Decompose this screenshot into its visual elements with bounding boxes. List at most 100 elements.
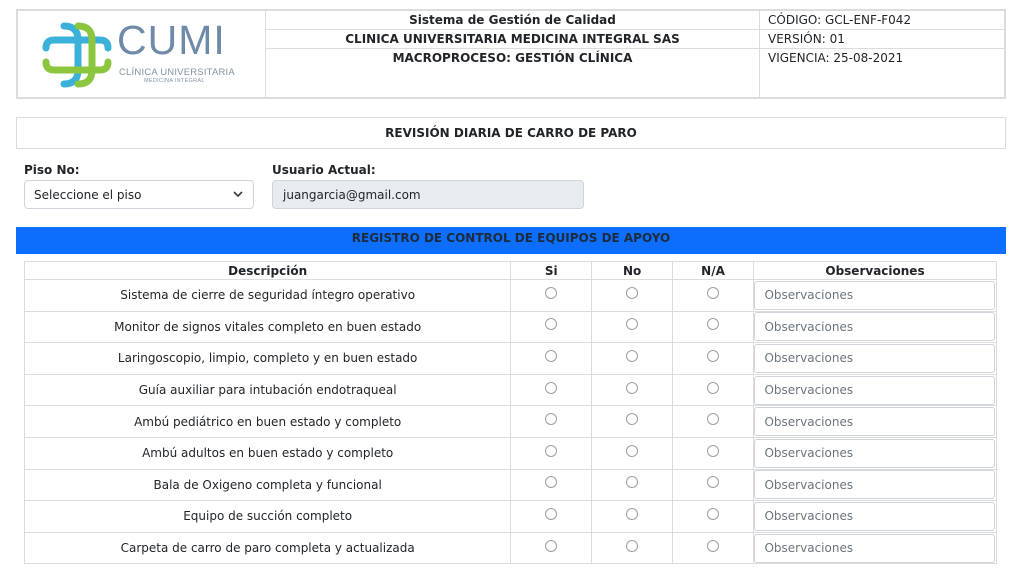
table-row: Guía auxiliar para intubación endotraque… [23, 373, 998, 407]
radio-si[interactable] [545, 413, 558, 426]
option-cell-na [672, 531, 754, 565]
row-description: Laringoscopio, limpio, completo y en bue… [23, 342, 512, 375]
observations-cell [752, 468, 998, 502]
observations-input[interactable] [754, 470, 996, 500]
option-cell-no [591, 373, 674, 407]
observations-input[interactable] [754, 438, 996, 468]
table-header-row: Descripción Si No N/A Observaciones [23, 261, 998, 280]
radio-na[interactable] [707, 539, 720, 552]
floor-label: Piso No: [24, 163, 80, 177]
row-description: Sistema de cierre de seguridad íntegro o… [23, 279, 512, 312]
radio-no[interactable] [626, 507, 639, 520]
quality-system-title: Sistema de Gestión de Calidad [266, 11, 759, 30]
radio-no[interactable] [626, 413, 639, 426]
option-cell-na [672, 436, 754, 470]
option-cell-na [672, 279, 754, 312]
radio-na[interactable] [707, 413, 720, 426]
radio-no[interactable] [626, 318, 639, 331]
logo-subtitle: CLÍNICA UNIVERSITARIA [119, 67, 235, 78]
option-cell-na [672, 405, 754, 438]
radio-no[interactable] [626, 539, 639, 552]
macroprocess: MACROPROCESO: GESTIÓN CLÍNICA [392, 51, 633, 65]
option-cell-no [591, 310, 674, 344]
observations-cell [752, 373, 998, 407]
observations-cell [752, 405, 998, 438]
option-cell-si [510, 342, 593, 375]
user-label: Usuario Actual: [272, 163, 376, 177]
option-cell-si [510, 500, 593, 533]
document-header: CUMI CLÍNICA UNIVERSITARIA MEDICINA INTE… [16, 9, 1006, 99]
user-field: juangarcia@gmail.com [272, 180, 584, 209]
floor-select-value: Seleccione el piso [34, 187, 142, 202]
column-header-observations: Observaciones [752, 261, 998, 280]
institution-name: CLINICA UNIVERSITARIA MEDICINA INTEGRAL … [266, 30, 759, 49]
row-description: Carpeta de carro de paro completa y actu… [23, 531, 512, 565]
option-cell-si [510, 405, 593, 438]
option-cell-si [510, 310, 593, 344]
observations-cell [752, 436, 998, 470]
radio-si[interactable] [545, 444, 558, 457]
row-description: Guía auxiliar para intubación endotraque… [23, 373, 512, 407]
radio-no[interactable] [626, 476, 639, 489]
column-header-na: N/A [672, 261, 754, 280]
radio-no[interactable] [626, 381, 639, 394]
equipment-table: Descripción Si No N/A Observaciones Sist… [23, 261, 998, 565]
form-title: REVISIÓN DIARIA DE CARRO DE PARO [16, 117, 1006, 149]
row-description: Ambú adultos en buen estado y completo [23, 436, 512, 470]
radio-na[interactable] [707, 444, 720, 457]
option-cell-no [591, 436, 674, 470]
column-header-description: Descripción [23, 261, 512, 280]
observations-input[interactable] [754, 343, 996, 373]
observations-input[interactable] [754, 375, 996, 405]
radio-si[interactable] [545, 507, 558, 520]
header-right: CÓDIGO: GCL-ENF-F042 VERSIÓN: 01 VIGENCI… [760, 11, 1004, 97]
row-description: Equipo de succión completo [23, 500, 512, 533]
radio-si[interactable] [545, 476, 558, 489]
column-header-si: Si [510, 261, 593, 280]
document-version: VERSIÓN: 01 [760, 30, 1004, 49]
radio-si[interactable] [545, 318, 558, 331]
radio-si[interactable] [545, 539, 558, 552]
table-row: Carpeta de carro de paro completa y actu… [23, 531, 998, 565]
column-header-no: No [591, 261, 674, 280]
radio-si[interactable] [545, 286, 558, 299]
radio-na[interactable] [707, 381, 720, 394]
observations-cell [752, 342, 998, 375]
observations-cell [752, 310, 998, 344]
observations-cell [752, 531, 998, 565]
radio-na[interactable] [707, 349, 720, 362]
option-cell-no [591, 531, 674, 565]
row-description: Ambú pediátrico en buen estado y complet… [23, 405, 512, 438]
observations-input[interactable] [754, 407, 996, 437]
option-cell-na [672, 500, 754, 533]
option-cell-no [591, 468, 674, 502]
row-description: Monitor de signos vitales completo en bu… [23, 310, 512, 344]
table-row: Bala de Oxigeno completa y funcional [23, 468, 998, 502]
radio-no[interactable] [626, 286, 639, 299]
radio-na[interactable] [707, 286, 720, 299]
observations-input[interactable] [754, 533, 996, 563]
document-code: CÓDIGO: GCL-ENF-F042 [760, 11, 1004, 30]
radio-si[interactable] [545, 381, 558, 394]
floor-select[interactable]: Seleccione el piso [24, 180, 254, 209]
radio-na[interactable] [707, 476, 720, 489]
option-cell-si [510, 531, 593, 565]
cross-logo-icon [42, 22, 112, 88]
chevron-down-icon [233, 191, 243, 198]
header-center: Sistema de Gestión de Calidad CLINICA UN… [266, 11, 760, 97]
table-body: Sistema de cierre de seguridad íntegro o… [23, 279, 998, 565]
radio-na[interactable] [707, 318, 720, 331]
logo-subtitle-small: MEDICINA INTEGRAL [144, 78, 205, 84]
option-cell-si [510, 436, 593, 470]
radio-no[interactable] [626, 444, 639, 457]
radio-si[interactable] [545, 349, 558, 362]
radio-no[interactable] [626, 349, 639, 362]
observations-input[interactable] [754, 501, 996, 531]
section-header: REGISTRO DE CONTROL DE EQUIPOS DE APOYO [16, 227, 1006, 254]
option-cell-no [591, 405, 674, 438]
observations-input[interactable] [754, 280, 996, 310]
option-cell-no [591, 500, 674, 533]
option-cell-no [591, 279, 674, 312]
observations-input[interactable] [754, 312, 996, 342]
radio-na[interactable] [707, 507, 720, 520]
